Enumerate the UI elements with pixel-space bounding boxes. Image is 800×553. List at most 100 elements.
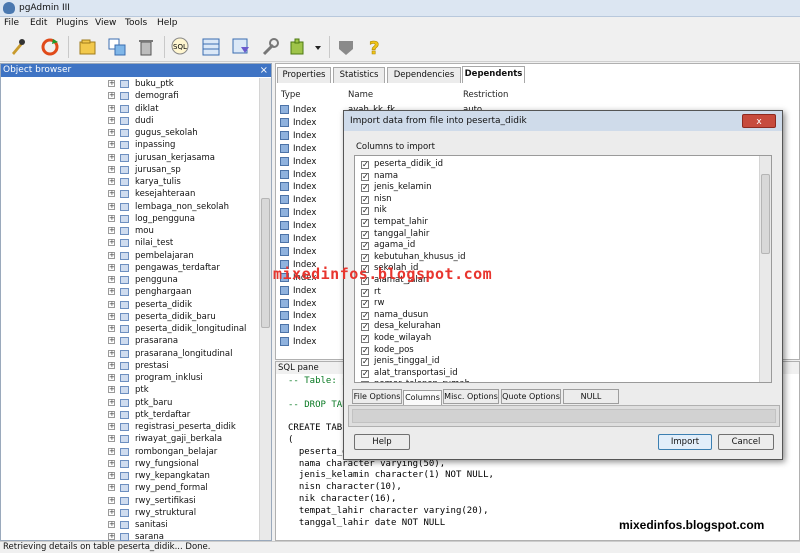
checkbox[interactable]: ✓: [361, 323, 369, 332]
filtered-data-icon[interactable]: [229, 35, 253, 59]
col-restriction[interactable]: Restriction: [463, 88, 508, 102]
tab-file-options[interactable]: File Options: [352, 389, 402, 404]
checkbox[interactable]: ✓: [361, 288, 369, 297]
connect-icon[interactable]: [6, 35, 30, 59]
tab-dependents[interactable]: Dependents: [462, 66, 525, 83]
plugins-icon[interactable]: [286, 35, 310, 59]
expand-icon[interactable]: +: [108, 300, 115, 308]
expand-icon[interactable]: +: [108, 276, 115, 283]
menu-file[interactable]: File: [4, 18, 19, 28]
checkbox[interactable]: ✓: [361, 230, 369, 239]
expand-icon[interactable]: +: [108, 239, 115, 247]
tab-null-options[interactable]: NULL Options: [563, 389, 619, 414]
expand-icon[interactable]: +: [108, 92, 115, 100]
expand-icon[interactable]: +: [108, 288, 115, 296]
tab-columns[interactable]: Columns: [403, 390, 442, 406]
scrollbar-thumb[interactable]: [761, 174, 770, 254]
checkbox[interactable]: ✓: [361, 172, 369, 181]
expand-icon[interactable]: +: [108, 349, 115, 357]
expand-icon[interactable]: +: [108, 410, 115, 418]
col-name[interactable]: Name: [348, 88, 373, 102]
expand-icon[interactable]: +: [108, 178, 115, 185]
dependent-row[interactable]: Index: [280, 298, 316, 311]
dependent-row[interactable]: Index: [280, 285, 316, 298]
expand-icon[interactable]: +: [108, 153, 115, 161]
expand-icon[interactable]: +: [108, 141, 115, 149]
checkbox[interactable]: ✓: [361, 369, 369, 378]
expand-icon[interactable]: +: [108, 484, 115, 492]
dependent-row[interactable]: Index: [280, 194, 316, 207]
checkbox[interactable]: ✓: [361, 219, 369, 227]
dialog-close-button[interactable]: x: [742, 114, 776, 128]
object-browser-scrollbar[interactable]: [259, 78, 271, 540]
checkbox[interactable]: ✓: [361, 242, 369, 251]
view-data-icon[interactable]: [199, 35, 223, 59]
menu-plugins[interactable]: Plugins: [56, 18, 88, 28]
checkbox[interactable]: ✓: [361, 381, 369, 382]
create-object-icon[interactable]: [105, 35, 129, 59]
menu-edit[interactable]: Edit: [30, 18, 47, 28]
expand-icon[interactable]: +: [108, 533, 115, 541]
expand-icon[interactable]: +: [108, 214, 115, 222]
expand-icon[interactable]: +: [108, 423, 115, 430]
tab-quote-options[interactable]: Quote Options: [501, 389, 561, 404]
expand-icon[interactable]: +: [108, 325, 115, 332]
cancel-button[interactable]: Cancel: [718, 434, 774, 450]
checkbox[interactable]: ✓: [361, 195, 369, 204]
expand-icon[interactable]: +: [108, 129, 115, 136]
tab-dependencies[interactable]: Dependencies: [387, 67, 461, 83]
checkbox[interactable]: ✓: [361, 161, 369, 169]
checkbox[interactable]: ✓: [361, 253, 369, 262]
checkbox[interactable]: ✓: [361, 311, 369, 320]
dependent-row[interactable]: Index: [280, 117, 316, 130]
checkbox[interactable]: ✓: [361, 358, 369, 367]
properties-icon[interactable]: [75, 35, 99, 59]
expand-icon[interactable]: +: [108, 435, 115, 443]
dependent-row[interactable]: Index: [280, 143, 316, 156]
dependent-row[interactable]: Index: [280, 233, 316, 246]
expand-icon[interactable]: +: [108, 374, 115, 381]
dependent-row[interactable]: Index: [280, 246, 316, 259]
menu-tools[interactable]: Tools: [125, 18, 147, 28]
dependent-row[interactable]: Index: [280, 323, 316, 336]
checkbox[interactable]: ✓: [361, 335, 369, 343]
expand-icon[interactable]: +: [108, 116, 115, 124]
col-type[interactable]: Type: [281, 88, 301, 102]
dependent-row[interactable]: Index: [280, 169, 316, 182]
dependent-row[interactable]: Index: [280, 181, 316, 194]
tab-misc-options[interactable]: Misc. Options: [443, 389, 499, 404]
help-button[interactable]: Help: [354, 434, 410, 450]
dependent-row[interactable]: Index: [280, 310, 316, 323]
checkbox[interactable]: ✓: [361, 300, 369, 309]
menu-view[interactable]: View: [95, 18, 116, 28]
refresh-icon[interactable]: [38, 35, 62, 59]
dependent-row[interactable]: Index: [280, 156, 316, 169]
expand-icon[interactable]: +: [108, 398, 115, 406]
help-icon[interactable]: ?: [362, 35, 386, 59]
expand-icon[interactable]: +: [108, 202, 115, 210]
expand-icon[interactable]: +: [108, 263, 115, 271]
expand-icon[interactable]: +: [108, 312, 115, 320]
expand-icon[interactable]: +: [108, 165, 115, 173]
expand-icon[interactable]: +: [108, 472, 115, 479]
expand-icon[interactable]: +: [108, 521, 115, 528]
close-icon[interactable]: ×: [260, 64, 268, 77]
dependent-row[interactable]: Index: [280, 336, 316, 349]
expand-icon[interactable]: +: [108, 190, 115, 198]
scrollbar-thumb[interactable]: [261, 198, 270, 328]
tab-properties[interactable]: Properties: [277, 67, 331, 83]
expand-icon[interactable]: +: [108, 227, 115, 234]
expand-icon[interactable]: +: [108, 337, 115, 345]
columns-scrollbar[interactable]: [759, 156, 771, 382]
dropdown-icon[interactable]: [312, 35, 324, 59]
hint-icon[interactable]: [334, 35, 358, 59]
checkbox[interactable]: ✓: [361, 184, 369, 193]
menu-help[interactable]: Help: [157, 18, 178, 28]
dependent-row[interactable]: Index: [280, 130, 316, 143]
expand-icon[interactable]: +: [108, 508, 115, 516]
dependent-row[interactable]: Index: [280, 220, 316, 233]
sql-icon[interactable]: SQL: [169, 35, 193, 59]
expand-icon[interactable]: +: [108, 251, 115, 259]
expand-icon[interactable]: +: [108, 459, 115, 467]
expand-icon[interactable]: +: [108, 104, 115, 112]
